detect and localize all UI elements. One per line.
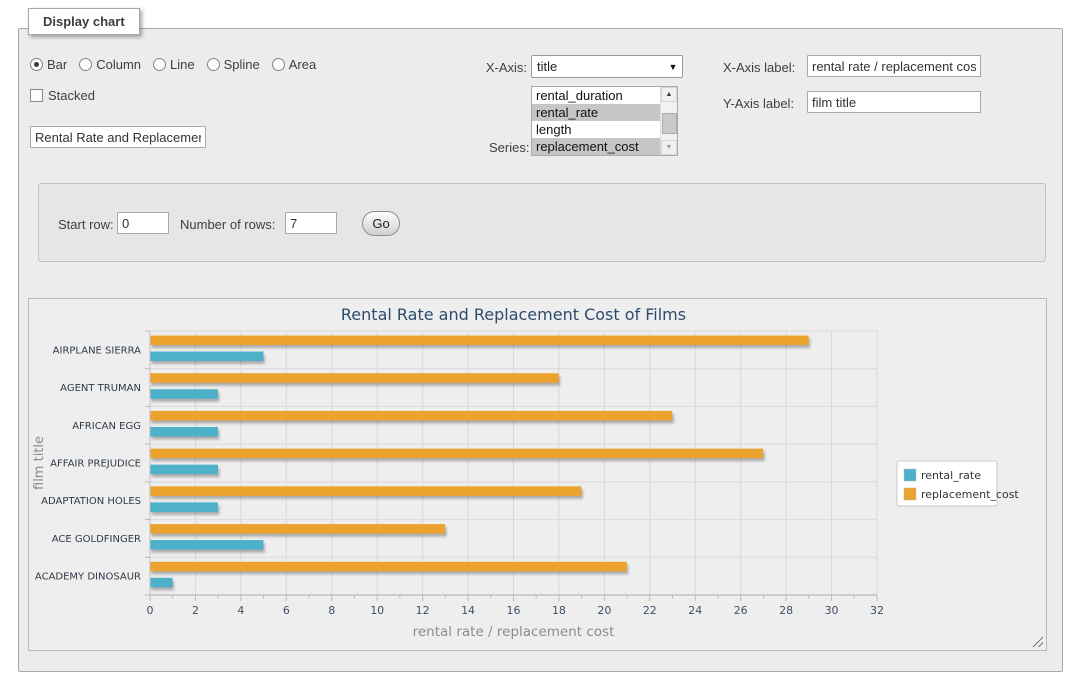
x-tick-label: 30 xyxy=(825,604,839,617)
stacked-checkbox-row: Stacked xyxy=(30,88,95,103)
bar-rental_rate-affair-prejudice xyxy=(150,465,218,475)
go-button[interactable]: Go xyxy=(362,211,400,236)
category-label: AFFAIR PREJUDICE xyxy=(50,459,141,470)
radio-button-icon[interactable] xyxy=(207,58,220,71)
x-axis-select-label: X-Axis: xyxy=(482,60,527,75)
category-label: AGENT TRUMAN xyxy=(60,383,141,394)
x-tick-label: 6 xyxy=(283,604,290,617)
chevron-down-icon: ▼ xyxy=(664,62,682,72)
chart-canvas: Rental Rate and Replacement Cost of Film… xyxy=(29,299,1046,650)
series-list-label: Series: xyxy=(489,140,527,155)
fieldset-legend: Display chart xyxy=(28,8,140,35)
chart-title: Rental Rate and Replacement Cost of Film… xyxy=(341,305,686,324)
chart-type-radio-spline[interactable]: Spline xyxy=(207,57,260,72)
bar-rental_rate-ace-goldfinger xyxy=(150,540,263,550)
bar-rental_rate-agent-truman xyxy=(150,389,218,399)
category-label: ADAPTATION HOLES xyxy=(41,496,141,507)
x-axis-label-label: X-Axis label: xyxy=(723,60,795,75)
x-tick-label: 4 xyxy=(237,604,244,617)
chart-panel: Rental Rate and Replacement Cost of Film… xyxy=(28,298,1047,651)
chart-legend: rental_rate replacement_cost xyxy=(897,461,1019,506)
x-tick-label: 0 xyxy=(147,604,154,617)
x-tick-label: 16 xyxy=(507,604,521,617)
bar-replacement_cost-affair-prejudice xyxy=(150,449,763,459)
series-option-length[interactable]: length xyxy=(532,121,661,138)
category-label: ACADEMY DINOSAUR xyxy=(35,572,141,583)
legend-label-replacement_cost[interactable]: replacement_cost xyxy=(921,488,1019,501)
series-option-rental_duration[interactable]: rental_duration xyxy=(532,87,661,104)
series-option-replacement_cost[interactable]: replacement_cost xyxy=(532,138,661,155)
listbox-scrollbar[interactable]: ▲ ▼ xyxy=(660,87,677,155)
chart-type-radio-column[interactable]: Column xyxy=(79,57,141,72)
x-tick-label: 22 xyxy=(643,604,657,617)
chart-type-radio-group: Bar Column Line Spline Area xyxy=(30,57,322,72)
legend-swatch-replacement_cost[interactable] xyxy=(904,488,916,500)
x-tick-label: 32 xyxy=(870,604,884,617)
x-tick-label: 2 xyxy=(192,604,199,617)
chart-type-radio-line[interactable]: Line xyxy=(153,57,195,72)
start-row-input[interactable] xyxy=(117,212,169,234)
legend-swatch-rental_rate[interactable] xyxy=(904,469,916,481)
start-row-label: Start row: xyxy=(58,217,114,232)
number-of-rows-input[interactable] xyxy=(285,212,337,234)
x-tick-label: 18 xyxy=(552,604,566,617)
legend-label-rental_rate[interactable]: rental_rate xyxy=(921,469,981,482)
radio-button-icon[interactable] xyxy=(153,58,166,71)
bar-replacement_cost-airplane-sierra xyxy=(150,336,809,346)
y-axis-title: film title xyxy=(32,436,47,490)
bar-replacement_cost-ace-goldfinger xyxy=(150,524,445,534)
bar-rental_rate-academy-dinosaur xyxy=(150,578,172,588)
x-tick-label: 26 xyxy=(734,604,748,617)
bar-replacement_cost-agent-truman xyxy=(150,373,559,383)
x-tick-label: 20 xyxy=(597,604,611,617)
stacked-label: Stacked xyxy=(48,88,95,103)
chart-type-label: Column xyxy=(96,57,141,72)
y-axis-label-input[interactable] xyxy=(807,91,981,113)
x-tick-label: 24 xyxy=(688,604,702,617)
radio-button-icon[interactable] xyxy=(79,58,92,71)
number-of-rows-label: Number of rows: xyxy=(180,217,275,232)
x-tick-label: 28 xyxy=(779,604,793,617)
category-label: ACE GOLDFINGER xyxy=(52,534,141,545)
chart-type-label: Spline xyxy=(224,57,260,72)
scrollbar-down-arrow-icon[interactable]: ▼ xyxy=(661,140,677,155)
chart-type-label: Area xyxy=(289,57,316,72)
y-axis-label-label: Y-Axis label: xyxy=(723,96,794,111)
x-axis-select[interactable]: title ▼ xyxy=(531,55,683,78)
bar-replacement_cost-academy-dinosaur xyxy=(150,562,627,572)
radio-button-icon[interactable] xyxy=(272,58,285,71)
stacked-checkbox[interactable] xyxy=(30,89,43,102)
x-axis-label-input[interactable] xyxy=(807,55,981,77)
scrollbar-thumb[interactable] xyxy=(662,113,677,134)
bar-replacement_cost-african-egg xyxy=(150,411,672,421)
series-option-rental_rate[interactable]: rental_rate xyxy=(532,104,661,121)
bar-rental_rate-adaptation-holes xyxy=(150,502,218,512)
chart-type-radio-bar[interactable]: Bar xyxy=(30,57,67,72)
x-axis-selected-value: title xyxy=(532,59,664,74)
x-tick-label: 10 xyxy=(370,604,384,617)
x-tick-label: 8 xyxy=(328,604,335,617)
bar-rental_rate-african-egg xyxy=(150,427,218,437)
chart-title-input[interactable] xyxy=(30,126,206,148)
bar-replacement_cost-adaptation-holes xyxy=(150,486,581,496)
radio-button-icon[interactable] xyxy=(30,58,43,71)
category-label: AFRICAN EGG xyxy=(72,421,141,432)
category-label: AIRPLANE SIERRA xyxy=(53,345,141,356)
series-listbox[interactable]: ▲ ▼ rental_durationrental_ratelengthrepl… xyxy=(531,86,678,156)
scrollbar-up-arrow-icon[interactable]: ▲ xyxy=(661,87,677,102)
chart-type-label: Bar xyxy=(47,57,67,72)
x-tick-label: 14 xyxy=(461,604,475,617)
bar-rental_rate-airplane-sierra xyxy=(150,352,263,362)
chart-type-radio-area[interactable]: Area xyxy=(272,57,316,72)
chart-type-label: Line xyxy=(170,57,195,72)
x-tick-label: 12 xyxy=(416,604,430,617)
x-axis-title: rental rate / replacement cost xyxy=(413,624,615,640)
